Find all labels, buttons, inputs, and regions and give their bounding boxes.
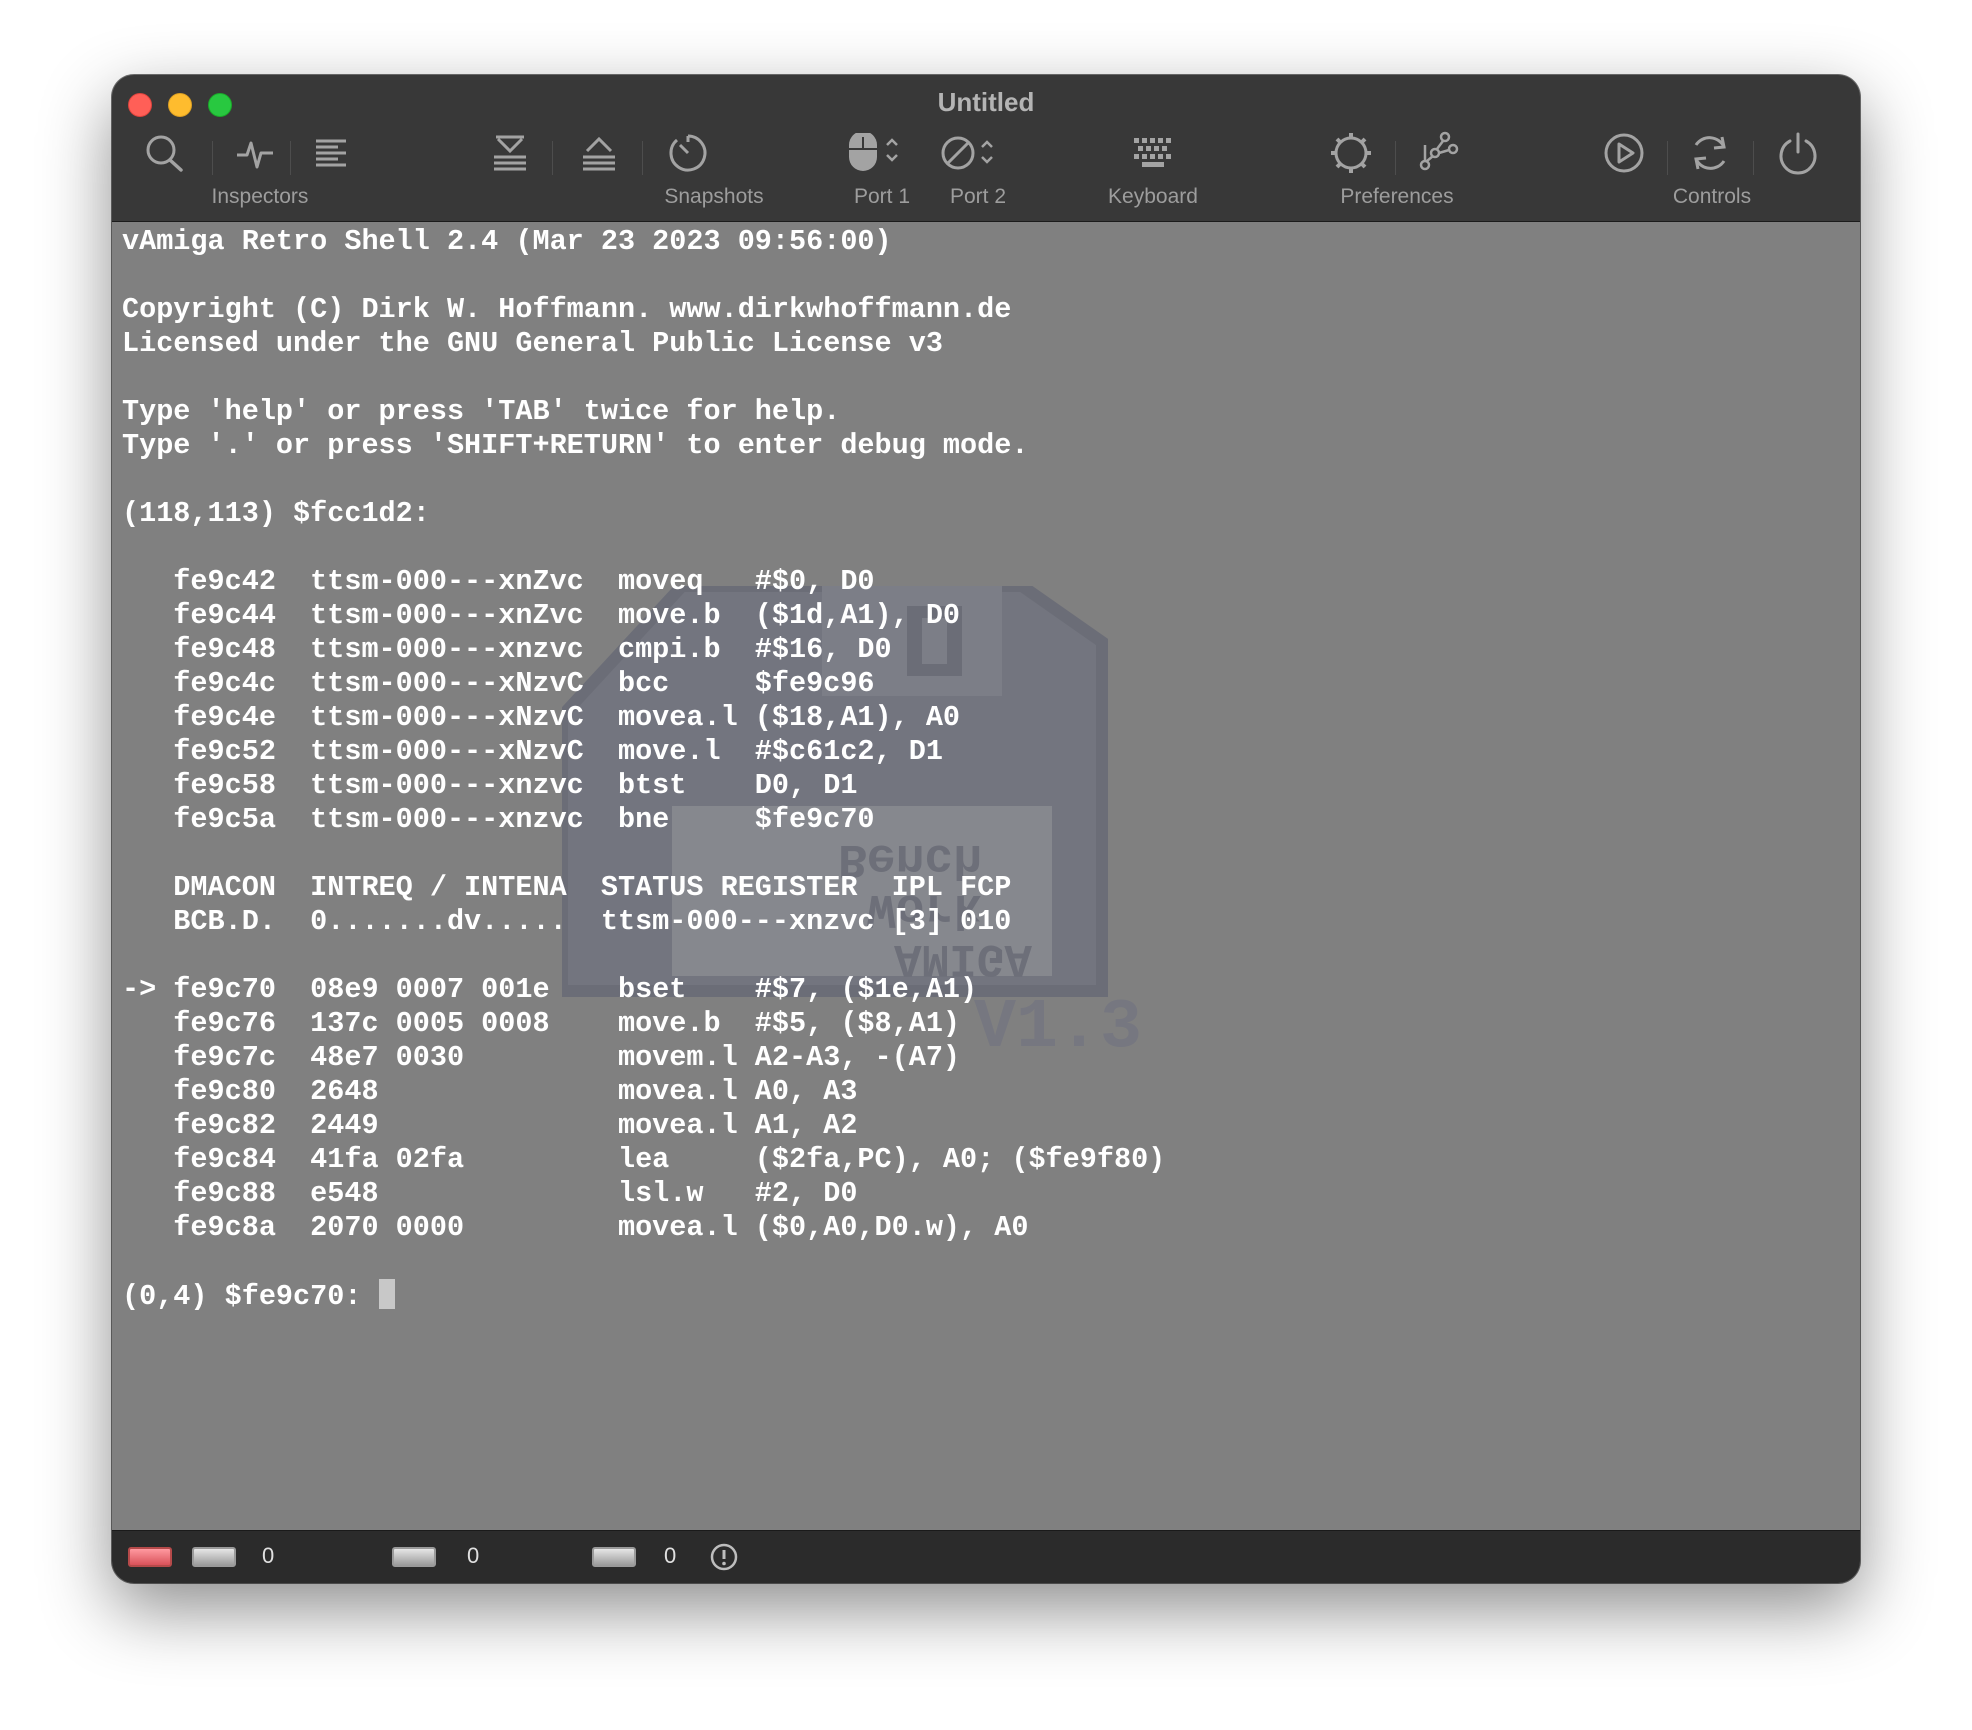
power-icon[interactable] (1773, 132, 1823, 175)
toolbar-separator (1667, 141, 1668, 175)
toolbar-label-preferences: Preferences (1340, 185, 1454, 208)
activity-icon[interactable] (232, 133, 278, 173)
df1-drive-icon[interactable] (392, 1547, 436, 1567)
status-bar: 0 0 0 (112, 1530, 1860, 1583)
keyboard-icon[interactable] (1128, 133, 1178, 173)
toolbar-separator (552, 141, 553, 175)
snapshot-browse-icon[interactable] (665, 133, 711, 173)
snapshot-save-icon[interactable] (487, 133, 533, 173)
toolbar-label-snapshots: Snapshots (664, 185, 764, 208)
none-icon (941, 136, 993, 170)
df2-counter: 0 (664, 1543, 677, 1568)
warning-icon[interactable] (709, 1542, 739, 1572)
port1-selector[interactable] (840, 133, 906, 173)
toolbar-label-port1: Port 1 (853, 185, 911, 208)
toolbar-label-inspectors: Inspectors (211, 185, 309, 208)
toolbar-label-controls: Controls (1672, 185, 1752, 208)
df0-drive-icon[interactable] (192, 1547, 236, 1567)
main-window: Untitled Inspectors Snapshots Port 1 Por… (112, 75, 1860, 1583)
port2-selector[interactable] (937, 133, 1003, 173)
toolbar-separator (290, 141, 291, 175)
snapshot-load-icon[interactable] (576, 133, 622, 173)
df1-counter: 0 (467, 1543, 480, 1568)
toolbar-separator (1395, 141, 1396, 175)
power-led-icon (128, 1547, 172, 1567)
gear-icon[interactable] (1326, 133, 1376, 173)
toolbar-label-port2: Port 2 (949, 185, 1007, 208)
list-icon[interactable] (308, 133, 354, 173)
console-output: vAmiga Retro Shell 2.4 (Mar 23 2023 09:5… (122, 225, 1166, 1313)
toolbar-separator (642, 141, 643, 175)
toolbar: Untitled Inspectors Snapshots Port 1 Por… (112, 75, 1860, 222)
df0-counter: 0 (262, 1543, 275, 1568)
toolbar-label-keyboard: Keyboard (1108, 185, 1198, 208)
toolbar-separator (212, 141, 213, 175)
df2-drive-icon[interactable] (592, 1547, 636, 1567)
toolbar-separator (1753, 141, 1754, 175)
window-title: Untitled (937, 87, 1035, 117)
reset-icon[interactable] (1685, 133, 1735, 173)
tools-icon[interactable] (1412, 131, 1462, 173)
console[interactable]: Bench Work AMIGA V1.3 vAmiga Retro Shell… (112, 222, 1860, 1531)
text-cursor (378, 1279, 395, 1309)
mouse-icon (849, 133, 898, 171)
play-icon[interactable] (1599, 133, 1649, 173)
console-prompt[interactable]: (0,4) $fe9c70: (122, 1280, 379, 1313)
search-icon[interactable] (142, 133, 188, 173)
